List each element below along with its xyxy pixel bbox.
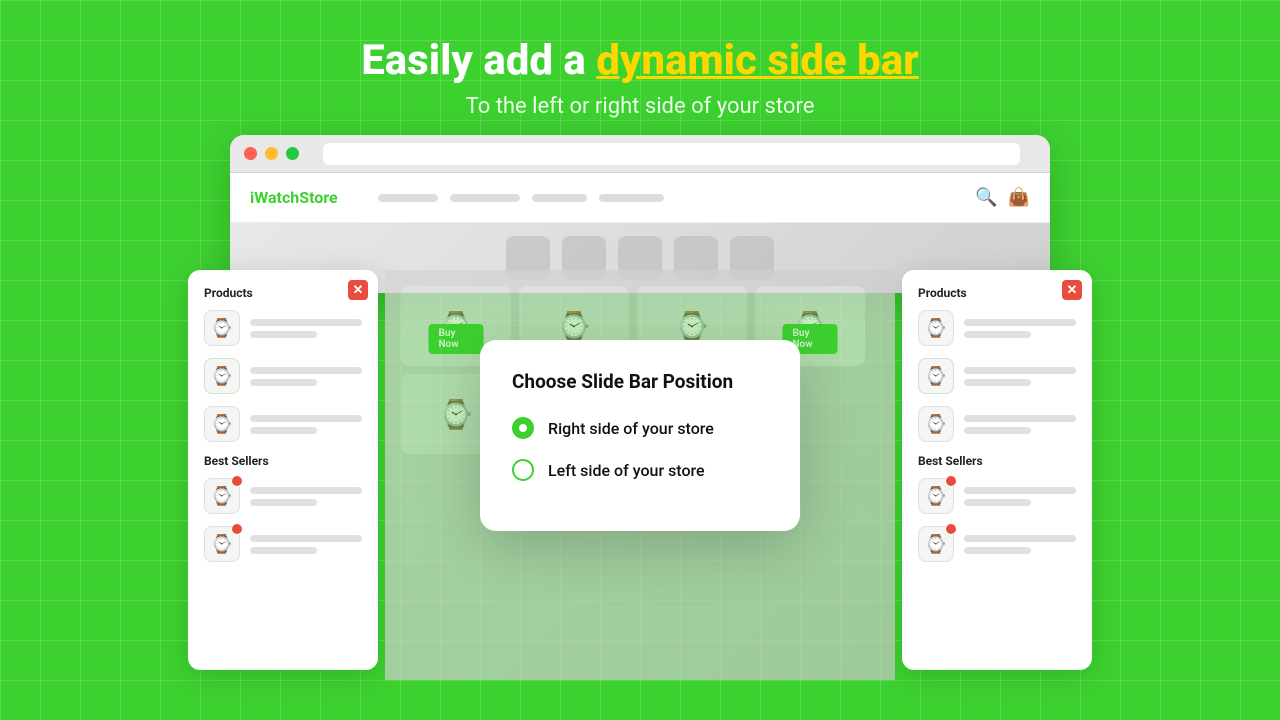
- nav-line-2: [450, 194, 520, 202]
- r-bestseller-image-1: ⌚: [918, 478, 954, 514]
- r-bs-watch-icon-2: ⌚: [925, 534, 947, 555]
- slide-bar-position-modal: Choose Slide Bar Position Right side of …: [480, 340, 800, 531]
- r-bs-watch-icon-1: ⌚: [925, 486, 947, 507]
- r-product-lines-1: [964, 319, 1076, 338]
- left-panel-close-button[interactable]: ✕: [348, 280, 368, 300]
- r-bestseller-image-2: ⌚: [918, 526, 954, 562]
- traffic-light-yellow[interactable]: [265, 147, 278, 160]
- right-panel-products-title: Products: [918, 286, 1076, 300]
- left-panel-product-2: ⌚: [204, 358, 362, 394]
- radio-inner-right: [519, 424, 527, 432]
- right-panel-bestseller-1: ⌚: [918, 478, 1076, 514]
- store-logo: iWatchStore: [250, 188, 338, 207]
- bestseller-lines-2: [250, 535, 362, 554]
- product-image-1: ⌚: [204, 310, 240, 346]
- left-panel-product-3: ⌚: [204, 406, 362, 442]
- r-product-image-2: ⌚: [918, 358, 954, 394]
- r-badge-red-1: [945, 475, 957, 487]
- modal-title: Choose Slide Bar Position: [512, 370, 768, 393]
- bag-icon[interactable]: 👜: [1008, 187, 1030, 208]
- option-right-label: Right side of your store: [548, 419, 714, 438]
- left-panel-bestsellers-title: Best Sellers: [204, 454, 362, 468]
- search-icon[interactable]: 🔍: [975, 187, 997, 208]
- bs-watch-icon-1: ⌚: [211, 486, 233, 507]
- right-panel-close-button[interactable]: ✕: [1062, 280, 1082, 300]
- left-panel-bestseller-2: ⌚: [204, 526, 362, 562]
- bestseller-lines-1: [250, 487, 362, 506]
- watch-icon-2: ⌚: [211, 366, 233, 387]
- bestseller-image-2: ⌚: [204, 526, 240, 562]
- nav-line-3: [532, 194, 587, 202]
- buy-now-btn-1[interactable]: Buy Now: [429, 324, 484, 354]
- bestseller-line-2a: [250, 535, 362, 542]
- right-panel-bestsellers-title: Best Sellers: [918, 454, 1076, 468]
- right-panel-product-3: ⌚: [918, 406, 1076, 442]
- product-image-3: ⌚: [204, 406, 240, 442]
- nav-line-1: [378, 194, 438, 202]
- r-product-image-3: ⌚: [918, 406, 954, 442]
- r-product-lines-3: [964, 415, 1076, 434]
- left-panel-product-1: ⌚: [204, 310, 362, 346]
- title-start: Easily add a: [361, 36, 596, 85]
- product-image-2: ⌚: [204, 358, 240, 394]
- radio-right-selected[interactable]: [512, 417, 534, 439]
- r-watch-icon-3: ⌚: [925, 414, 947, 435]
- left-panel-bestseller-1: ⌚: [204, 478, 362, 514]
- product-line-1b: [250, 331, 317, 338]
- hero-subtitle: To the left or right side of your store: [466, 94, 815, 119]
- product-lines-3: [250, 415, 362, 434]
- option-right[interactable]: Right side of your store: [512, 417, 768, 439]
- title-highlight: dynamic side bar: [596, 36, 919, 85]
- address-bar[interactable]: [323, 143, 1020, 165]
- r-product-lines-2: [964, 367, 1076, 386]
- right-panel-product-1: ⌚: [918, 310, 1076, 346]
- product-line-2b: [250, 379, 317, 386]
- traffic-light-red[interactable]: [244, 147, 257, 160]
- bestseller-line-1b: [250, 499, 317, 506]
- bestseller-line-2b: [250, 547, 317, 554]
- watch-icon-3: ⌚: [211, 414, 233, 435]
- option-left[interactable]: Left side of your store: [512, 459, 768, 481]
- bs-watch-icon-2: ⌚: [211, 534, 233, 555]
- radio-left[interactable]: [512, 459, 534, 481]
- product-line-1a: [250, 319, 362, 326]
- nav-lines: [378, 194, 955, 202]
- bestseller-line-1a: [250, 487, 362, 494]
- r-badge-red-2: [945, 523, 957, 535]
- product-line-2a: [250, 367, 362, 374]
- hero-title: Easily add a dynamic side bar: [361, 38, 919, 84]
- badge-red-2: [231, 523, 243, 535]
- option-left-label: Left side of your store: [548, 461, 705, 480]
- bestseller-image-1: ⌚: [204, 478, 240, 514]
- left-side-panel: ✕ Products ⌚ ⌚ ⌚: [188, 270, 378, 670]
- product-line-3b: [250, 427, 317, 434]
- r-watch-icon-1: ⌚: [925, 318, 947, 339]
- browser-titlebar: [230, 135, 1050, 173]
- traffic-light-green[interactable]: [286, 147, 299, 160]
- product-lines-1: [250, 319, 362, 338]
- nav-line-4: [599, 194, 664, 202]
- badge-red-1: [231, 475, 243, 487]
- r-watch-icon-2: ⌚: [925, 366, 947, 387]
- product-lines-2: [250, 367, 362, 386]
- watch-icon-1: ⌚: [211, 318, 233, 339]
- r-product-image-1: ⌚: [918, 310, 954, 346]
- right-panel-product-2: ⌚: [918, 358, 1076, 394]
- left-panel-products-title: Products: [204, 286, 362, 300]
- product-line-3a: [250, 415, 362, 422]
- store-nav: iWatchStore 🔍 👜: [230, 173, 1050, 223]
- right-panel-bestseller-2: ⌚: [918, 526, 1076, 562]
- nav-icons: 🔍 👜: [975, 187, 1030, 208]
- page-wrapper: Easily add a dynamic side bar To the lef…: [0, 0, 1280, 720]
- right-side-panel: ✕ Products ⌚ ⌚ ⌚: [902, 270, 1092, 670]
